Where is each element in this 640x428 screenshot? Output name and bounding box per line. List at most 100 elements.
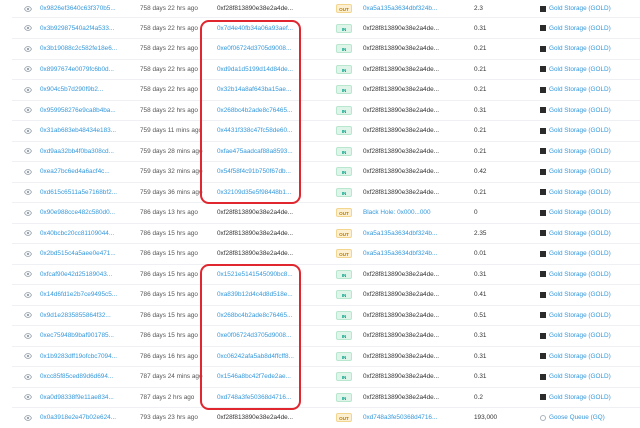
gold-token-icon: [540, 148, 546, 154]
eye-icon[interactable]: [24, 188, 32, 196]
txn-hash-link[interactable]: 0x40bcbc20cc81109044...: [40, 230, 126, 237]
eye-icon[interactable]: [24, 106, 32, 114]
token-link[interactable]: Gold Storage (GOLD): [540, 250, 640, 257]
txn-hash-link[interactable]: 0x2bd515c4a5aee0e471...: [40, 250, 126, 257]
direction-badge: OUT: [336, 413, 352, 422]
gold-token-icon: [540, 271, 546, 277]
token-link[interactable]: Gold Storage (GOLD): [540, 373, 640, 380]
direction-badge: IN: [336, 269, 352, 279]
eye-icon[interactable]: [24, 45, 32, 53]
token-link[interactable]: Gold Storage (GOLD): [540, 332, 640, 339]
txn-hash-link[interactable]: 0xcc85f85ced89d6d694...: [40, 373, 126, 380]
eye-icon[interactable]: [24, 414, 32, 422]
eye-icon[interactable]: [24, 270, 32, 278]
transfer-value: 0.01: [474, 250, 487, 257]
txn-hash-link[interactable]: 0xd9aa32bb4f0ba308cd...: [40, 148, 126, 155]
to-address[interactable]: 0xa5a135a3634dbf324b...: [363, 230, 455, 237]
eye-icon[interactable]: [24, 229, 32, 237]
token-name: Gold Storage (GOLD): [549, 45, 611, 52]
txn-hash-link[interactable]: 0x0a3918e2e47b02e624...: [40, 414, 126, 421]
txn-hash-link[interactable]: 0x959958276e9ca8b4ba...: [40, 107, 126, 114]
transfer-value: 0.42: [474, 168, 487, 175]
txn-hash-link[interactable]: 0x3b92987540a2f4a533...: [40, 25, 126, 32]
token-link[interactable]: Goose Queue (GQ): [540, 414, 640, 421]
eye-icon[interactable]: [24, 168, 32, 176]
token-link[interactable]: Gold Storage (GOLD): [540, 168, 640, 175]
token-link[interactable]: Gold Storage (GOLD): [540, 209, 640, 216]
direction-badge: IN: [336, 85, 352, 94]
to-address: 0xf28f813890e38e2a4de...: [363, 188, 440, 196]
eye-icon[interactable]: [24, 147, 32, 155]
txn-hash-link[interactable]: 0xec75948b9baf901785...: [40, 332, 126, 339]
token-link[interactable]: Gold Storage (GOLD): [540, 394, 640, 401]
token-link[interactable]: Gold Storage (GOLD): [540, 353, 640, 360]
transfer-value: 2.3: [474, 5, 483, 12]
token-name: Goose Queue (GQ): [549, 414, 605, 421]
transfer-value: 0.21: [474, 65, 487, 73]
direction-badge: OUT: [336, 228, 352, 238]
txn-hash-link[interactable]: 0x904c5b7d290f9b2...: [40, 86, 126, 93]
from-address: 0xf28f813890e38e2a4de...: [217, 209, 294, 216]
token-link[interactable]: Gold Storage (GOLD): [540, 230, 640, 237]
token-link[interactable]: Gold Storage (GOLD): [540, 66, 640, 73]
eye-icon[interactable]: [24, 65, 32, 73]
eye-icon[interactable]: [24, 393, 32, 401]
txn-age: 786 days 15 hrs ago: [140, 229, 198, 237]
eye-icon[interactable]: [24, 250, 32, 258]
gold-token-icon: [540, 5, 546, 12]
txn-hash-link[interactable]: 0x1b9283dff19ofcbc7094...: [40, 353, 126, 360]
token-link[interactable]: Gold Storage (GOLD): [540, 189, 640, 196]
eye-icon[interactable]: [24, 291, 32, 299]
txn-hash-link[interactable]: 0xfcaf90e42d25189043...: [40, 271, 126, 278]
txn-hash-link[interactable]: 0xea27bc6ed4a6acf4c...: [40, 168, 126, 175]
eye-icon[interactable]: [24, 209, 32, 217]
token-link[interactable]: Gold Storage (GOLD): [540, 86, 640, 93]
eye-icon[interactable]: [24, 332, 32, 340]
token-link[interactable]: Gold Storage (GOLD): [540, 127, 640, 134]
to-address: 0xf28f813890e38e2a4de...: [363, 45, 440, 52]
token-link[interactable]: Gold Storage (GOLD): [540, 148, 640, 155]
eye-icon[interactable]: [24, 311, 32, 319]
to-address: 0xf28f813890e38e2a4de...: [363, 24, 440, 32]
token-link[interactable]: Gold Storage (GOLD): [540, 107, 640, 114]
token-link[interactable]: Gold Storage (GOLD): [540, 312, 640, 319]
to-address[interactable]: 0xa5a135a3634dbf324b...: [363, 5, 455, 12]
txn-hash-link[interactable]: 0x9d1e2835855864f32...: [40, 312, 126, 319]
txn-hash-link[interactable]: 0xd615c6511a5e7168bf2...: [40, 189, 126, 196]
token-link[interactable]: Gold Storage (GOLD): [540, 25, 640, 32]
txn-age: 786 days 13 hrs ago: [140, 209, 198, 216]
table-row: 0xa0d98338f9e11ae834... 787 days 2 hrs ag…: [12, 387, 640, 408]
token-name: Gold Storage (GOLD): [549, 24, 611, 32]
token-link[interactable]: Gold Storage (GOLD): [540, 5, 640, 12]
txn-hash-link[interactable]: 0x9826ef3640c63f370b5...: [40, 5, 126, 12]
direction-badge: OUT: [336, 4, 352, 13]
token-link[interactable]: Gold Storage (GOLD): [540, 271, 640, 278]
eye-icon[interactable]: [24, 373, 32, 381]
transfer-value: 0.31: [474, 24, 487, 32]
table-row: 0x9826ef3640c63f370b5... 758 days 22 hrs …: [12, 0, 640, 18]
highlight-box-bottom: [200, 264, 301, 410]
eye-icon[interactable]: [24, 127, 32, 135]
to-address[interactable]: 0xd748a3fe50368d4716...: [363, 414, 455, 421]
txn-hash-link[interactable]: 0x3b19088c2c582fe18e6...: [40, 45, 126, 52]
txn-hash-link[interactable]: 0x14d6fd1e2b7ce9495c5...: [40, 291, 126, 298]
token-link[interactable]: Gold Storage (GOLD): [540, 291, 640, 298]
txn-hash-link[interactable]: 0x8997674e0079fc6b0d...: [40, 66, 126, 73]
direction-badge: IN: [336, 392, 352, 402]
to-address[interactable]: Black Hole: 0x000...000: [363, 209, 455, 216]
transfer-value: 0.21: [474, 147, 487, 155]
to-address: 0xf28f813890e38e2a4de...: [363, 65, 440, 73]
token-link[interactable]: Gold Storage (GOLD): [540, 45, 640, 52]
table-row: 0x1b9283dff19ofcbc7094... 786 days 16 hrs…: [12, 346, 640, 367]
to-address[interactable]: 0xa5a135a3634dbf324b...: [363, 250, 455, 257]
to-address: 0xf28f813890e38e2a4de...: [363, 352, 440, 360]
eye-icon[interactable]: [24, 5, 32, 13]
eye-icon[interactable]: [24, 86, 32, 94]
eye-icon[interactable]: [24, 24, 32, 32]
txn-hash-link[interactable]: 0x90e988cce482c580d0...: [40, 209, 126, 216]
txn-hash-link[interactable]: 0xa0d98338f9e11ae834...: [40, 394, 126, 401]
txn-hash-link[interactable]: 0x31ab683eb48434e183...: [40, 127, 126, 134]
gold-token-icon: [540, 66, 546, 72]
eye-icon[interactable]: [24, 352, 32, 360]
gold-token-icon: [540, 353, 546, 359]
